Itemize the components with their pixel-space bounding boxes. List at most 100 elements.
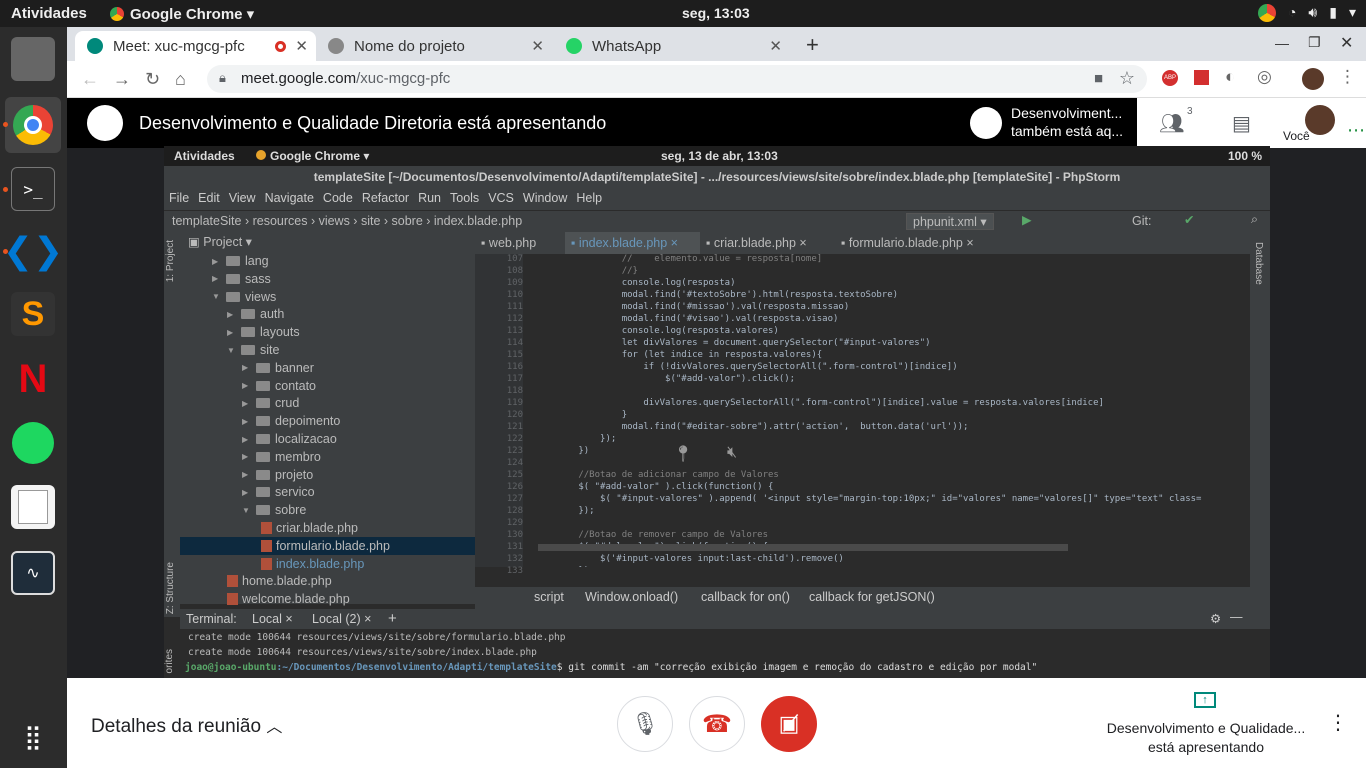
tree-folder[interactable]: ▼ views [180, 288, 276, 306]
people-icon[interactable]: 👥︎ [1159, 111, 1184, 136]
menu-edit[interactable]: Edit [198, 191, 220, 210]
tab-meet[interactable]: Meet: xuc-mgcg-pfc ✕ [75, 31, 316, 61]
new-tab-button[interactable]: + [806, 32, 819, 58]
more-options-icon[interactable]: ⋮ [1328, 710, 1348, 735]
expand-arrow-icon[interactable]: ▶ [227, 328, 241, 337]
tab-whatsapp[interactable]: WhatsApp ✕ [554, 31, 790, 61]
tree-file[interactable]: welcome.blade.php [180, 590, 350, 608]
sublime-icon[interactable]: S [11, 292, 55, 336]
expand-arrow-icon[interactable]: ▼ [227, 346, 241, 355]
tree-folder[interactable]: ▶ layouts [180, 323, 300, 341]
tree-folder[interactable]: ▶ lang [180, 252, 269, 270]
present-icon[interactable]: ↑ [1194, 692, 1216, 708]
menu-code[interactable]: Code [323, 191, 353, 210]
extension-icon[interactable] [1194, 70, 1209, 85]
forward-button[interactable]: → [113, 69, 131, 90]
tab-criar-blade[interactable]: ▪ criar.blade.php × [700, 232, 835, 254]
expand-arrow-icon[interactable]: ▶ [242, 452, 256, 461]
omnibox[interactable]: 🔒︎ meet.google.com/xuc-mgcg-pfc ■ ☆ [207, 65, 1147, 93]
expand-arrow-icon[interactable]: ▶ [242, 417, 256, 426]
spotify-icon[interactable] [11, 421, 55, 465]
expand-arrow-icon[interactable]: ▶ [227, 310, 241, 319]
chat-icon[interactable]: ▤ [1232, 111, 1251, 136]
expand-arrow-icon[interactable]: ▶ [242, 399, 256, 408]
system-monitor-icon[interactable]: ∿ [11, 551, 55, 595]
terminal-prompt[interactable]: joao@joao-ubuntu:~/Documentos/Desenvolvi… [185, 662, 1037, 673]
expand-arrow-icon[interactable]: ▶ [242, 488, 256, 497]
tree-folder[interactable]: ▶ servico [180, 483, 315, 501]
tab-formulario-blade[interactable]: ▪ formulario.blade.php × [835, 232, 985, 254]
netflix-icon[interactable]: N [11, 357, 55, 401]
minimize-button[interactable]: — [1275, 35, 1289, 51]
clock[interactable]: seg, 13:03 [682, 5, 750, 21]
tab-index-blade[interactable]: ▪ index.blade.php × [565, 232, 700, 254]
menu-file[interactable]: File [169, 191, 189, 210]
meeting-details-button[interactable]: Detalhes da reunião ︿ [91, 713, 282, 738]
expand-arrow-icon[interactable]: ▶ [242, 470, 256, 479]
adblock-icon[interactable]: ABP [1162, 70, 1178, 86]
camera-button[interactable]: ▣̸ [761, 696, 817, 752]
tree-file[interactable]: index.blade.php [180, 555, 364, 573]
close-icon[interactable]: ✕ [531, 37, 544, 55]
presenter-tile[interactable]: Desenvolviment... também está aq... [962, 98, 1137, 148]
chrome-dock-icon[interactable] [5, 97, 61, 153]
vscode-icon[interactable]: ❮❯ [3, 229, 63, 273]
tree-folder[interactable]: ▼ site [180, 341, 279, 359]
expand-arrow-icon[interactable]: ▶ [242, 381, 256, 390]
close-icon[interactable]: ✕ [295, 37, 308, 55]
hide-icon[interactable]: — [1230, 610, 1243, 624]
expand-arrow-icon[interactable]: ▶ [212, 257, 226, 266]
tree-folder[interactable]: ▼ sobre [180, 501, 306, 519]
expand-arrow-icon[interactable]: ▶ [242, 435, 256, 444]
tree-folder[interactable]: ▶ auth [180, 305, 284, 323]
reload-button[interactable]: ↻ [145, 69, 160, 90]
back-button[interactable]: ← [81, 69, 99, 90]
run-icon[interactable]: ▶ [1022, 212, 1032, 227]
leave-call-button[interactable]: ☎︎ [689, 696, 745, 752]
tree-file[interactable]: home.blade.php [180, 572, 332, 590]
mute-icon[interactable]: 🔇︎ [727, 444, 767, 468]
add-terminal-button[interactable]: + [388, 610, 397, 627]
extension-icon[interactable]: ◐ [1225, 67, 1235, 87]
menu-icon[interactable]: ⋮ [1339, 67, 1356, 87]
close-icon[interactable]: ✕ [769, 37, 782, 55]
menu-window[interactable]: Window [523, 191, 567, 210]
expand-arrow-icon[interactable]: ▼ [242, 506, 256, 515]
tab-projeto[interactable]: Nome do projeto ✕ [316, 31, 552, 61]
tab-web-php[interactable]: ▪ web.php [475, 232, 565, 254]
code-area[interactable]: // elemento.value = resposta[nome] //} c… [475, 254, 1250, 567]
tree-folder[interactable]: ▶ contato [180, 377, 316, 395]
text-editor-icon[interactable] [11, 485, 55, 529]
home-button[interactable]: ⌂ [175, 69, 186, 90]
terminal-tab-local[interactable]: Local × [252, 612, 293, 626]
tree-folder[interactable]: ▶ crud [180, 394, 299, 412]
app-menu[interactable]: Google Chrome ▾ [110, 5, 254, 23]
menu-help[interactable]: Help [576, 191, 602, 210]
maximize-button[interactable]: ❐ [1308, 34, 1321, 51]
menu-run[interactable]: Run [418, 191, 441, 210]
tree-folder[interactable]: ▶ sass [180, 270, 271, 288]
terminal-tab-local-2[interactable]: Local (2) × [312, 612, 371, 626]
system-tray[interactable]: ◔ 🔊︎ ▮ ▾ [1257, 4, 1356, 22]
run-config-select[interactable]: phpunit.xml ▾ [906, 213, 994, 230]
tree-folder[interactable]: ▶ membro [180, 448, 321, 466]
terminal-icon[interactable]: >_ [11, 167, 55, 211]
search-icon[interactable]: ⌕ [1251, 212, 1258, 227]
pin-icon[interactable]: 📍︎ [673, 444, 713, 468]
tree-folder[interactable]: ▶ projeto [180, 466, 313, 484]
avatar[interactable] [1302, 68, 1324, 90]
tree-file[interactable]: criar.blade.php [180, 519, 358, 537]
close-window-button[interactable]: ✕ [1340, 33, 1353, 53]
horizontal-scrollbar[interactable] [538, 544, 1068, 551]
menu-refactor[interactable]: Refactor [362, 191, 409, 210]
tree-folder[interactable]: ▶ depoimento [180, 412, 340, 430]
commit-icon[interactable]: ✔ [1184, 212, 1194, 227]
presentation-info[interactable]: Desenvolvimento e Qualidade... está apre… [1097, 719, 1315, 757]
tree-file[interactable]: formulario.blade.php [180, 536, 475, 555]
tree-folder[interactable]: ▶ banner [180, 359, 314, 377]
menu-vcs[interactable]: VCS [488, 191, 514, 210]
expand-arrow-icon[interactable]: ▶ [242, 363, 256, 372]
microphone-button[interactable]: 🎙︎ [617, 696, 673, 752]
menu-tools[interactable]: Tools [450, 191, 479, 210]
tree-folder[interactable]: ▶ localizacao [180, 430, 337, 448]
